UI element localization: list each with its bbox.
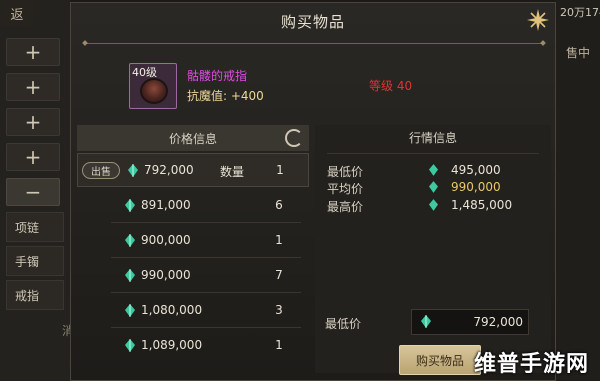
listing-row[interactable]: 1,089,000 1	[77, 329, 309, 363]
listing-row[interactable]: 990,000 7	[77, 259, 309, 293]
listing-quantity: 6	[275, 198, 283, 212]
listing-price: 1,089,000	[141, 338, 203, 352]
category-necklace[interactable]: 项链	[6, 212, 64, 242]
category-bracelet[interactable]: 手镯	[6, 246, 64, 276]
close-star-icon	[527, 9, 549, 31]
listing-quantity: 7	[275, 268, 283, 282]
quantity-label: 数量	[220, 165, 245, 179]
listing-row[interactable]: 891,000 6	[77, 189, 309, 223]
buy-item-button[interactable]: 购买物品	[399, 345, 481, 375]
listing-price: 792,000	[144, 163, 194, 177]
current-lowest-label: 最低价	[325, 317, 362, 331]
refresh-icon[interactable]	[285, 129, 303, 147]
highest-price-value: 1,485,000	[451, 198, 513, 212]
gem-icon	[429, 164, 438, 176]
sell-badge: 出售	[82, 162, 120, 179]
collapse-button[interactable]: −	[6, 178, 60, 206]
title-divider	[85, 43, 543, 44]
buy-item-dialog: 购买物品 40级 骷髅的戒指 抗魔值: +400 等级 40 价格信息 出售 7…	[70, 2, 556, 381]
average-price-value: 990,000	[451, 180, 501, 194]
expand-button-4[interactable]: +	[6, 143, 60, 171]
item-icon-frame[interactable]: 40级	[129, 63, 177, 109]
price-info-header: 价格信息	[77, 125, 309, 151]
close-icon[interactable]	[525, 7, 551, 33]
gem-icon	[421, 315, 431, 328]
gem-icon	[128, 164, 138, 177]
sale-status-fragment: 售中	[566, 46, 591, 60]
row-divider	[111, 222, 301, 223]
gem-icon	[125, 339, 135, 352]
lowest-price-label: 最低价	[327, 165, 364, 179]
gem-icon	[429, 199, 438, 211]
market-divider	[327, 153, 539, 154]
category-ring[interactable]: 戒指	[6, 280, 64, 310]
listing-quantity: 3	[275, 303, 283, 317]
ring-icon	[140, 78, 168, 104]
gem-icon	[429, 181, 438, 193]
listing-price: 1,080,000	[141, 303, 203, 317]
listing-price: 891,000	[141, 198, 191, 212]
listing-quantity: 1	[276, 163, 284, 177]
site-watermark: 维普手游网	[474, 352, 590, 377]
row-divider	[111, 257, 301, 258]
listing-quantity: 1	[275, 233, 283, 247]
market-info-header: 行情信息	[408, 131, 457, 145]
row-divider	[111, 327, 301, 328]
expand-button-1[interactable]: +	[6, 38, 60, 66]
current-lowest-value: 792,000	[473, 315, 523, 329]
lowest-price-value: 495,000	[451, 163, 501, 177]
item-name: 骷髅的戒指	[187, 69, 248, 83]
gem-icon	[125, 269, 135, 282]
gem-icon	[125, 234, 135, 247]
listing-price: 990,000	[141, 268, 191, 282]
dialog-title: 购买物品	[280, 13, 345, 31]
highest-price-label: 最高价	[327, 200, 364, 214]
average-price-label: 平均价	[327, 182, 364, 196]
gem-icon	[125, 199, 135, 212]
row-divider	[111, 292, 301, 293]
listing-price: 900,000	[141, 233, 191, 247]
back-button[interactable]: 返	[0, 0, 34, 26]
expand-button-3[interactable]: +	[6, 108, 60, 136]
listing-row[interactable]: 1,080,000 3	[77, 294, 309, 328]
item-attribute: 抗魔值: +400	[187, 89, 264, 103]
listing-quantity: 1	[275, 338, 283, 352]
expand-button-2[interactable]: +	[6, 73, 60, 101]
gem-icon	[125, 304, 135, 317]
currency-readout: 20万174	[560, 6, 600, 19]
listing-row[interactable]: 900,000 1	[77, 224, 309, 258]
item-level-requirement: 等级 40	[369, 79, 413, 93]
listing-row[interactable]: 出售 792,000 数量 1	[77, 153, 309, 187]
